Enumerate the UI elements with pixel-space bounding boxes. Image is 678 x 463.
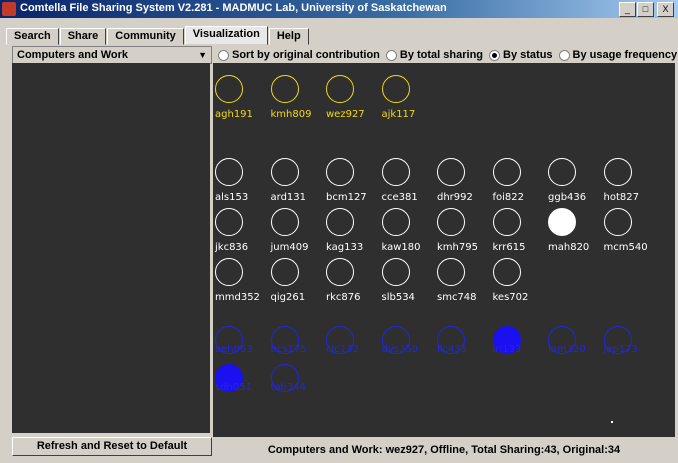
user-label: aeh063 <box>215 344 253 355</box>
tab-community[interactable]: Community <box>107 28 184 45</box>
user-label: cjc132 <box>326 344 359 355</box>
user-label: foi822 <box>492 192 525 203</box>
user-label: kes702 <box>492 292 529 303</box>
user-circle <box>270 208 299 236</box>
user-label: tab344 <box>270 382 306 393</box>
user-circle <box>381 258 410 286</box>
user-circle <box>215 158 243 186</box>
radio-usage-frequency[interactable]: By usage frequency <box>558 49 678 61</box>
visualization-canvas: agh191 kmh809 wez927 ajk117 als153 ard131 bcm1… <box>213 63 675 437</box>
user-label: jap173 <box>603 344 638 355</box>
user-label: mah820 <box>548 242 590 253</box>
user-circle <box>381 75 410 103</box>
minimize-button[interactable]: _ <box>619 2 636 17</box>
status-bar: Computers and Work: wez927, Offline, Tot… <box>267 444 621 456</box>
tab-share[interactable]: Share <box>59 28 107 45</box>
user-circle <box>270 258 299 286</box>
user-label: ard131 <box>270 192 307 203</box>
user-circle <box>326 158 354 186</box>
radio-indicator <box>385 49 397 61</box>
user-label: mmd352 <box>215 292 260 303</box>
app-icon <box>2 2 16 16</box>
user-circle <box>326 75 354 103</box>
user-circle <box>603 208 632 236</box>
user-label: ggb436 <box>548 192 587 203</box>
user-label: mcm540 <box>603 242 648 253</box>
user-circle <box>492 158 521 186</box>
user-label: kmh809 <box>270 109 312 120</box>
user-circle <box>270 158 299 186</box>
user-label: wez927 <box>326 109 365 120</box>
user-label: cce381 <box>381 192 418 203</box>
user-label: kmh795 <box>437 242 478 253</box>
user-circle <box>326 208 354 236</box>
title-bar: Comtella File Sharing System V2.281 - MA… <box>0 0 678 18</box>
user-label: kag133 <box>326 242 364 253</box>
user-label: slb534 <box>381 292 415 303</box>
radio-indicator <box>489 49 501 61</box>
user-label: hot827 <box>603 192 639 203</box>
user-label: lam320 <box>548 344 586 355</box>
user-label: smc748 <box>437 292 477 303</box>
user-label: bcs175 <box>270 344 307 355</box>
user-label: bcm127 <box>326 192 367 203</box>
user-circle <box>437 258 465 286</box>
user-circle <box>381 158 410 186</box>
radio-label: By status <box>503 49 553 61</box>
user-label: jum409 <box>270 242 309 253</box>
community-select-value: Computers and Work <box>17 49 129 61</box>
community-select[interactable]: Computers and Work ▼ <box>12 46 212 64</box>
user-label: rkc876 <box>326 292 361 303</box>
tab-bar: Search Share Community Visualization Hel… <box>6 26 310 45</box>
radio-total-sharing[interactable]: By total sharing <box>385 49 484 61</box>
user-circle <box>437 158 465 186</box>
window-title: Comtella File Sharing System V2.281 - MA… <box>20 2 447 14</box>
user-circle <box>215 258 243 286</box>
tab-search[interactable]: Search <box>6 28 59 45</box>
user-label: ajk117 <box>381 109 416 120</box>
radio-indicator <box>218 49 229 61</box>
tab-help[interactable]: Help <box>268 28 309 45</box>
radio-label: Sort by original contribution <box>232 49 380 61</box>
close-button[interactable]: X <box>657 2 674 17</box>
user-circle <box>492 208 521 236</box>
refresh-reset-button[interactable]: Refresh and Reset to Default <box>12 437 212 456</box>
sort-options: Sort by original contribution By total s… <box>218 47 677 63</box>
user-circle <box>270 75 299 103</box>
user-circle <box>326 258 354 286</box>
user-label: jkc836 <box>215 242 249 253</box>
radio-label: By usage frequency <box>572 49 678 61</box>
user-label: als153 <box>215 192 249 203</box>
user-circle <box>548 208 576 236</box>
marker-dot <box>611 421 613 423</box>
user-label: krr615 <box>492 242 526 253</box>
user-circle <box>215 75 243 103</box>
radio-indicator <box>558 49 570 61</box>
user-label: iri133 <box>492 344 522 355</box>
user-circle <box>215 208 243 236</box>
user-circle <box>381 208 410 236</box>
user-label: ilc435 <box>437 344 468 355</box>
user-label: kaw180 <box>381 242 421 253</box>
user-circle <box>492 258 521 286</box>
maximize-button[interactable]: □ <box>637 2 654 17</box>
user-label: agh191 <box>215 109 253 120</box>
radio-label: By total sharing <box>399 49 484 61</box>
user-circle <box>548 158 576 186</box>
user-circle <box>437 208 465 236</box>
tab-visualization[interactable]: Visualization <box>184 26 268 45</box>
user-label: sdh051 <box>215 382 252 393</box>
user-label: dhr992 <box>437 192 473 203</box>
user-circle <box>603 158 632 186</box>
left-pane <box>12 63 210 433</box>
user-label: qig261 <box>270 292 306 303</box>
user-label: dvs350 <box>381 344 419 355</box>
radio-original-contribution[interactable]: Sort by original contribution <box>218 49 380 61</box>
radio-by-status[interactable]: By status <box>489 49 553 61</box>
dropdown-arrow-icon: ▼ <box>198 50 207 60</box>
